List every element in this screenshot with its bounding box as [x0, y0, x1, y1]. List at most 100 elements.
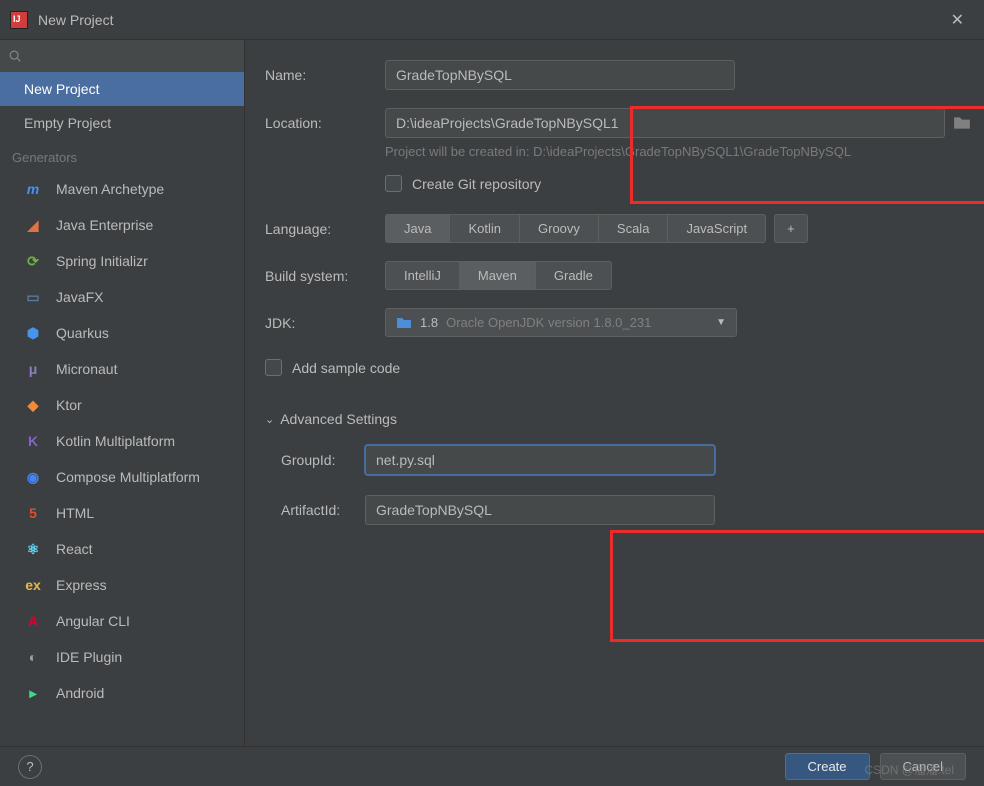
build-group: IntelliJMavenGradle — [385, 261, 612, 290]
sidebar-item-generator[interactable]: ◢ Java Enterprise — [0, 207, 244, 243]
sidebar-item-label: Compose Multiplatform — [56, 469, 200, 485]
sidebar-item-label: Java Enterprise — [56, 217, 153, 233]
generator-icon: ▭ — [24, 288, 42, 306]
create-button[interactable]: Create — [785, 753, 870, 780]
sidebar-item-empty-project[interactable]: Empty Project — [0, 106, 244, 140]
sidebar-item-label: IDE Plugin — [56, 649, 122, 665]
artifact-id-label: ArtifactId: — [265, 502, 365, 518]
sidebar-item-label: Express — [56, 577, 107, 593]
location-label: Location: — [265, 115, 385, 131]
language-label: Language: — [265, 221, 385, 237]
sidebar-item-generator[interactable]: AAngular CLI — [0, 603, 244, 639]
generator-icon: m — [24, 180, 42, 198]
jdk-dropdown[interactable]: 1.8 Oracle OpenJDK version 1.8.0_231 ▼ — [385, 308, 737, 337]
name-row: Name: — [265, 60, 974, 90]
close-button[interactable]: ✕ — [941, 6, 974, 34]
footer: ? Create Cancel — [0, 746, 984, 786]
sidebar-item-label: Android — [56, 685, 104, 701]
sidebar-item-label: JavaFX — [56, 289, 103, 305]
name-input[interactable] — [385, 60, 735, 90]
sidebar-item-generator[interactable]: ⟳ Spring Initializr — [0, 243, 244, 279]
sidebar-item-new-project[interactable]: New Project — [0, 72, 244, 106]
git-checkbox[interactable] — [385, 175, 402, 192]
generator-icon: ▸ — [24, 684, 42, 702]
search-bar[interactable] — [0, 40, 244, 72]
sidebar-item-generator[interactable]: ◆Ktor — [0, 387, 244, 423]
chevron-down-icon: ▼ — [716, 317, 726, 328]
folder-icon[interactable] — [953, 114, 971, 132]
artifact-id-row: ArtifactId: — [265, 495, 974, 525]
name-label: Name: — [265, 67, 385, 83]
sidebar-item-generator[interactable]: ◐ IDE Plugin — [0, 639, 244, 675]
app-icon — [10, 11, 28, 29]
sample-code-checkbox[interactable] — [265, 359, 282, 376]
location-hint: Project will be created in: D:\ideaProje… — [385, 144, 974, 159]
git-checkbox-label: Create Git repository — [412, 176, 541, 192]
generator-icon: ◐ — [24, 648, 42, 666]
generator-icon: ex — [24, 576, 42, 594]
build-option[interactable]: IntelliJ — [385, 261, 460, 290]
artifact-id-input[interactable] — [365, 495, 715, 525]
jdk-description: Oracle OpenJDK version 1.8.0_231 — [446, 315, 708, 330]
build-option[interactable]: Gradle — [535, 261, 612, 290]
generator-icon: μ — [24, 360, 42, 378]
build-label: Build system: — [265, 268, 385, 284]
generator-icon: ⟳ — [24, 252, 42, 270]
jdk-version: 1.8 — [420, 315, 438, 330]
language-option[interactable]: JavaScript — [667, 214, 766, 243]
sidebar-item-label: Spring Initializr — [56, 253, 148, 269]
group-id-input[interactable] — [365, 445, 715, 475]
advanced-settings-block: GroupId: ArtifactId: — [265, 445, 974, 525]
sidebar-item-label: New Project — [24, 81, 99, 97]
sidebar-item-generator[interactable]: ◉ Compose Multiplatform — [0, 459, 244, 495]
content-panel: Name: Location: Project will be created … — [245, 40, 984, 746]
chevron-down-icon: ⌄ — [265, 413, 274, 426]
location-input[interactable] — [385, 108, 945, 138]
location-row: Location: — [265, 108, 974, 138]
generator-icon: ◢ — [24, 216, 42, 234]
sidebar-list: New Project Empty Project Generators m Ma… — [0, 72, 244, 746]
group-id-label: GroupId: — [265, 452, 365, 468]
sidebar-item-generator[interactable]: ex Express — [0, 567, 244, 603]
sidebar-item-generator[interactable]: ▸ Android — [0, 675, 244, 711]
sidebar-item-generator[interactable]: ⚛React — [0, 531, 244, 567]
jdk-label: JDK: — [265, 315, 385, 331]
language-option[interactable]: Java — [385, 214, 450, 243]
sidebar-item-generator[interactable]: ⬢Quarkus — [0, 315, 244, 351]
generator-icon: K — [24, 432, 42, 450]
generators-header: Generators — [0, 140, 244, 171]
generator-icon: ⚛ — [24, 540, 42, 558]
group-id-row: GroupId: — [265, 445, 974, 475]
help-button[interactable]: ? — [18, 755, 42, 779]
sidebar-item-label: Maven Archetype — [56, 181, 164, 197]
sidebar-item-label: Kotlin Multiplatform — [56, 433, 175, 449]
sample-code-row: Add sample code — [265, 359, 974, 376]
sidebar-item-generator[interactable]: μMicronaut — [0, 351, 244, 387]
add-language-button[interactable]: + — [774, 214, 808, 243]
sidebar-item-label: Empty Project — [24, 115, 111, 131]
language-group: JavaKotlinGroovyScalaJavaScript — [385, 214, 766, 243]
generator-icon: ⬢ — [24, 324, 42, 342]
generator-icon: ◉ — [24, 468, 42, 486]
highlight-box-2 — [610, 530, 984, 642]
window-title: New Project — [38, 12, 113, 28]
language-option[interactable]: Groovy — [519, 214, 599, 243]
language-option[interactable]: Kotlin — [449, 214, 520, 243]
watermark: CSDN @潘潘.tel — [864, 761, 954, 778]
git-checkbox-row: Create Git repository — [385, 175, 974, 192]
sidebar-item-label: Angular CLI — [56, 613, 130, 629]
language-row: Language: JavaKotlinGroovyScalaJavaScrip… — [265, 214, 974, 243]
generator-icon: 5 — [24, 504, 42, 522]
advanced-settings-toggle[interactable]: ⌄ Advanced Settings — [265, 411, 974, 427]
titlebar: New Project ✕ — [0, 0, 984, 40]
sidebar-item-generator[interactable]: ▭ JavaFX — [0, 279, 244, 315]
advanced-settings-label: Advanced Settings — [280, 411, 397, 427]
sample-code-label: Add sample code — [292, 360, 400, 376]
sidebar-item-generator[interactable]: K Kotlin Multiplatform — [0, 423, 244, 459]
sidebar-item-label: HTML — [56, 505, 94, 521]
language-option[interactable]: Scala — [598, 214, 669, 243]
search-icon — [8, 49, 22, 63]
sidebar-item-generator[interactable]: 5 HTML — [0, 495, 244, 531]
build-option[interactable]: Maven — [459, 261, 536, 290]
sidebar-item-generator[interactable]: m Maven Archetype — [0, 171, 244, 207]
